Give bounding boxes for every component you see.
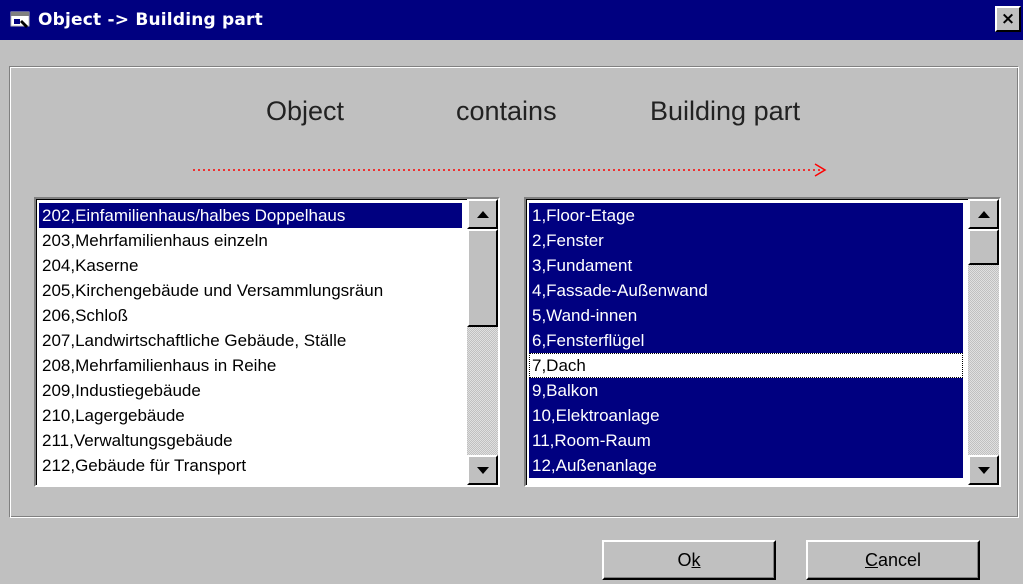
list-item[interactable]: 203,Mehrfamilienhaus einzeln (39, 228, 462, 253)
objects-listbox[interactable]: 202,Einfamilienhaus/halbes Doppelhaus 203… (34, 197, 500, 487)
objects-list-items: 202,Einfamilienhaus/halbes Doppelhaus 203… (39, 203, 462, 478)
list-item[interactable]: 5,Wand-innen (529, 303, 963, 328)
cancel-mnemonic: C (864, 549, 878, 570)
list-item[interactable]: 212,Gebäude für Transport (39, 453, 462, 478)
close-button[interactable]: × (995, 6, 1021, 32)
dialog-window: Object -> Building part × Object contain… (0, 0, 1023, 584)
list-item[interactable]: 207,Landwirtschaftliche Gebäude, Ställe (39, 328, 462, 353)
building-parts-list-items: 1,Floor-Etage 2,Fenster 3,Fundament 4,Fassa… (529, 203, 963, 478)
list-item[interactable]: 1,Floor-Etage (529, 203, 963, 228)
list-item[interactable]: 209,Industiegebäude (39, 378, 462, 403)
list-item[interactable]: 6,Fensterflügel (529, 328, 963, 353)
cancel-label-text: ancel (877, 549, 922, 570)
title-bar: Object -> Building part × (0, 0, 1023, 40)
ok-button[interactable]: Ok (602, 540, 776, 580)
building-parts-scrollbar[interactable] (968, 199, 999, 485)
building-parts-scroll-thumb[interactable] (968, 229, 999, 265)
cancel-button[interactable]: Cancel (806, 540, 980, 580)
list-item[interactable]: 2,Fenster (529, 228, 963, 253)
object-header: Object (266, 96, 345, 126)
ok-label-text: O (677, 549, 692, 570)
building-parts-listbox[interactable]: 1,Floor-Etage 2,Fenster 3,Fundament 4,Fassa… (524, 197, 1001, 487)
list-item[interactable]: 206,Schloß (39, 303, 462, 328)
list-item[interactable]: 7,Dach (529, 353, 963, 378)
list-item[interactable]: 12,Außenanlage (529, 453, 963, 478)
list-item[interactable]: 4,Fassade-Außenwand (529, 278, 963, 303)
scroll-up-arrow-icon (476, 210, 489, 218)
objects-scrollbar[interactable] (467, 199, 498, 485)
objects-scroll-up-button[interactable] (467, 199, 498, 229)
scroll-down-arrow-icon (977, 466, 990, 474)
list-item[interactable]: 211,Verwaltungsgebäude (39, 428, 462, 453)
ok-label: Ok (677, 550, 700, 571)
window-title: Object -> Building part (38, 10, 263, 30)
scroll-down-arrow-icon (476, 466, 489, 474)
building-part-header: Building part (650, 96, 801, 126)
list-item[interactable]: 11,Room-Raum (529, 428, 963, 453)
objects-scroll-thumb[interactable] (467, 229, 498, 327)
app-window-icon (10, 11, 30, 28)
building-parts-scroll-up-button[interactable] (968, 199, 999, 229)
list-item[interactable]: 210,Lagergebäude (39, 403, 462, 428)
scroll-up-arrow-icon (977, 210, 990, 218)
list-item[interactable]: 10,Elektroanlage (529, 403, 963, 428)
list-item[interactable]: 3,Fundament (529, 253, 963, 278)
objects-scroll-down-button[interactable] (467, 455, 498, 485)
dotted-right-arrow-icon (193, 163, 827, 177)
list-item[interactable]: 204,Kaserne (39, 253, 462, 278)
building-parts-scroll-down-button[interactable] (968, 455, 999, 485)
list-item[interactable]: 9,Balkon (529, 378, 963, 403)
contains-header: contains (456, 96, 557, 126)
cancel-label: Cancel (865, 550, 921, 571)
list-item[interactable]: 208,Mehrfamilienhaus in Reihe (39, 353, 462, 378)
ok-mnemonic: k (691, 549, 701, 570)
close-icon: × (1000, 8, 1016, 29)
list-item[interactable]: 205,Kirchengebäude und Versammlungsräun (39, 278, 462, 303)
list-item[interactable]: 202,Einfamilienhaus/halbes Doppelhaus (39, 203, 462, 228)
